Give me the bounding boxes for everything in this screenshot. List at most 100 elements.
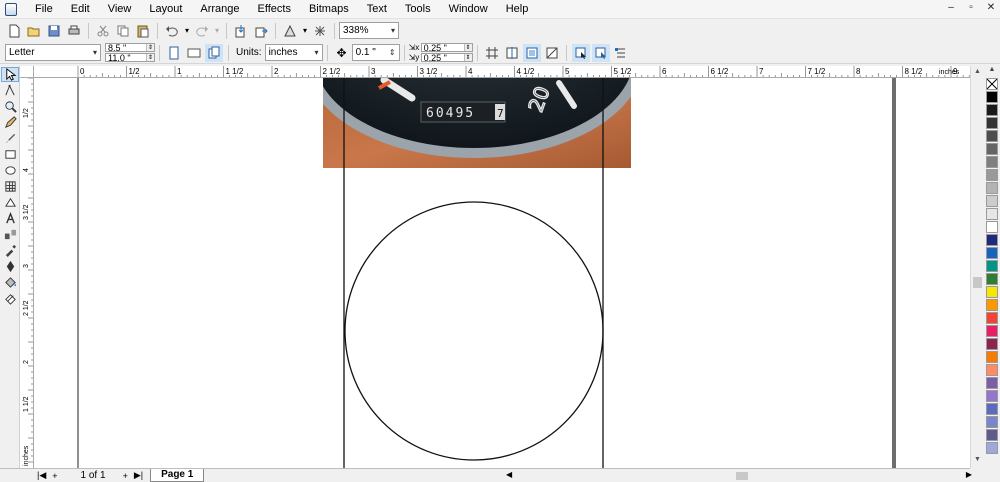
undo-button[interactable] [163, 22, 181, 40]
app-icon[interactable] [5, 2, 17, 16]
landscape-button[interactable] [185, 44, 203, 62]
color-swatch[interactable] [986, 143, 998, 155]
color-swatch[interactable] [986, 169, 998, 181]
color-swatch[interactable] [986, 312, 998, 324]
page-tab-1[interactable]: Page 1 [150, 469, 205, 482]
color-swatch[interactable] [986, 286, 998, 298]
minimize-button[interactable]: – [946, 2, 956, 13]
duplicate-y-field[interactable]: 0.25 " ⇕ [420, 53, 473, 63]
shape-tool[interactable] [1, 83, 19, 98]
export-button[interactable] [252, 22, 270, 40]
horizontal-ruler[interactable]: 0 1/2 1 1 1/2 2 2 1/2 3 3 1/2 4 4 1/2 5 5 1/2 6 6 1/2… [34, 66, 970, 78]
color-swatch[interactable] [986, 117, 998, 129]
dynamic-guides-button[interactable] [543, 44, 561, 62]
duplicate-x-field[interactable]: 0.25 " ⇕ [420, 43, 473, 53]
color-swatch[interactable] [986, 260, 998, 272]
palette-up-arrow[interactable]: ▲ [984, 66, 1000, 77]
pick-tool[interactable] [1, 67, 19, 82]
artistic-media-tool[interactable] [1, 131, 19, 146]
color-swatch[interactable] [986, 429, 998, 441]
color-swatch[interactable] [986, 338, 998, 350]
paste-button[interactable] [134, 22, 152, 40]
menu-window[interactable]: Window [440, 0, 497, 19]
options-button[interactable] [612, 44, 630, 62]
color-swatch[interactable] [986, 416, 998, 428]
menu-bitmaps[interactable]: Bitmaps [300, 0, 358, 19]
new-document-button[interactable] [5, 22, 23, 40]
menu-help[interactable]: Help [497, 0, 538, 19]
menu-file[interactable]: File [26, 0, 62, 19]
open-button[interactable] [25, 22, 43, 40]
interactive-blend-tool[interactable] [1, 227, 19, 242]
paper-size-combo[interactable]: Letter ▾ [5, 44, 101, 61]
drawing-canvas[interactable]: 60495 7 20 [34, 78, 970, 468]
spinner-icon[interactable]: ⇕ [463, 54, 472, 61]
color-swatch[interactable] [986, 247, 998, 259]
scroll-down-arrow[interactable]: ▼ [973, 456, 982, 463]
menu-view[interactable]: View [99, 0, 141, 19]
color-swatch[interactable] [986, 299, 998, 311]
publish-dropdown[interactable]: ▾ [301, 22, 309, 40]
ellipse-tool[interactable] [1, 163, 19, 178]
outline-tool[interactable] [1, 259, 19, 274]
menu-tools[interactable]: Tools [396, 0, 440, 19]
color-swatch[interactable] [986, 208, 998, 220]
interactive-fill-tool[interactable] [1, 291, 19, 306]
color-swatch[interactable] [986, 234, 998, 246]
page-height-field[interactable]: 11.0 " ⇕ [105, 53, 155, 63]
color-swatch[interactable] [986, 182, 998, 194]
restore-button[interactable]: ▫ [966, 2, 976, 13]
import-button[interactable] [232, 22, 250, 40]
publish-pdf-button[interactable] [281, 22, 299, 40]
print-button[interactable] [65, 22, 83, 40]
circle-shape[interactable] [344, 201, 604, 461]
bitmap-image[interactable]: 60495 7 20 [304, 78, 644, 168]
copy-button[interactable] [114, 22, 132, 40]
zoom-tool[interactable] [1, 99, 19, 114]
horizontal-scrollbar[interactable]: ◀ ▶ [504, 470, 974, 482]
redo-button[interactable] [193, 22, 211, 40]
page-width-field[interactable]: 8.5 " ⇕ [105, 43, 155, 53]
first-page-button[interactable]: |◀ [37, 470, 46, 481]
spinner-icon[interactable]: ⇕ [463, 44, 472, 51]
snap-to-guidelines-button[interactable] [503, 44, 521, 62]
treat-as-filled-button[interactable] [571, 43, 590, 62]
snap-to-grid-button[interactable] [483, 44, 501, 62]
color-swatch[interactable] [986, 221, 998, 233]
last-page-button[interactable]: ▶| [134, 470, 143, 481]
portrait-button[interactable] [165, 44, 183, 62]
color-swatch[interactable] [986, 403, 998, 415]
color-swatch[interactable] [986, 104, 998, 116]
color-swatch[interactable] [986, 325, 998, 337]
color-swatch[interactable] [986, 364, 998, 376]
no-color-swatch[interactable] [986, 78, 998, 90]
color-swatch[interactable] [986, 91, 998, 103]
redo-dropdown[interactable]: ▾ [213, 22, 221, 40]
color-swatch[interactable] [986, 156, 998, 168]
menu-edit[interactable]: Edit [62, 0, 99, 19]
zoom-level-combo[interactable]: 338% ▾ [339, 22, 399, 39]
units-combo[interactable]: inches ▾ [264, 44, 323, 61]
basic-shapes-tool[interactable] [1, 195, 19, 210]
horizontal-scroll-thumb[interactable] [736, 472, 748, 480]
menu-layout[interactable]: Layout [140, 0, 191, 19]
draw-object-properties-button[interactable] [591, 43, 610, 62]
menu-text[interactable]: Text [358, 0, 396, 19]
eyedropper-tool[interactable] [1, 243, 19, 258]
fill-tool[interactable] [1, 275, 19, 290]
menu-effects[interactable]: Effects [249, 0, 300, 19]
nudge-distance-field[interactable]: 0.1 " ⇕ [351, 44, 400, 61]
vertical-ruler[interactable]: 1/2 4 3 1/2 3 2 1/2 2 1 1/2 inches [20, 78, 34, 468]
application-launcher-button[interactable] [311, 22, 329, 40]
add-page-after-button[interactable]: + [123, 471, 128, 481]
color-swatch[interactable] [986, 130, 998, 142]
snap-to-objects-button[interactable] [522, 43, 541, 62]
close-button[interactable]: ✕ [986, 2, 996, 13]
text-tool[interactable] [1, 211, 19, 226]
add-page-before-button[interactable]: + [52, 471, 57, 481]
color-swatch[interactable] [986, 442, 998, 454]
color-swatch[interactable] [986, 390, 998, 402]
scroll-up-arrow[interactable]: ▲ [973, 68, 982, 75]
color-swatch[interactable] [986, 377, 998, 389]
color-swatch[interactable] [986, 351, 998, 363]
